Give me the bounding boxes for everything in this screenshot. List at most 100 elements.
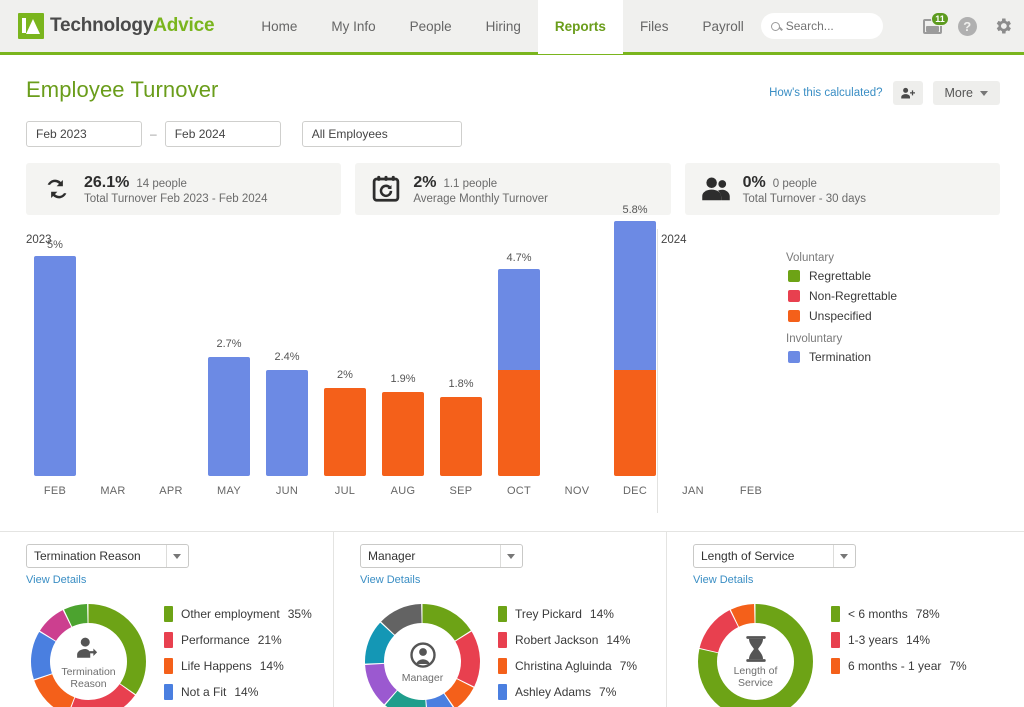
kpi-total-turnover-pct: 26.1%: [84, 173, 130, 191]
legend-label-termination: Termination: [809, 350, 872, 364]
bar-month-label: JUL: [334, 485, 356, 497]
panel-donut-row: Termination Reason Other employment 35% …: [26, 599, 333, 707]
bar-segment[interactable]: [614, 220, 656, 371]
legend-group-involuntary: Involuntary: [786, 333, 843, 345]
breakdown-panels: Termination Reason View Details Terminati…: [0, 531, 1024, 707]
donut-legend-item[interactable]: Trey Pickard 14%: [498, 606, 637, 622]
bar-column[interactable]: MAR: [84, 265, 142, 497]
donut-legend-item[interactable]: Not a Fit 14%: [164, 684, 312, 700]
legend-swatch-unspecified: [788, 310, 800, 322]
donut-legend-item[interactable]: Performance 21%: [164, 632, 312, 648]
bar-stack: [440, 396, 482, 476]
filter-row: Feb 2023 – Feb 2024 All Employees: [0, 105, 1024, 147]
nav-item-hiring[interactable]: Hiring: [469, 0, 538, 54]
calendar-refresh-icon: [373, 175, 400, 202]
bar-month-label: NOV: [564, 485, 590, 497]
legend-label-unspecified: Unspecified: [809, 309, 872, 323]
panel-category-select[interactable]: Manager: [360, 544, 523, 568]
bar-segment[interactable]: [498, 269, 540, 371]
kpi-turnover-30-days-label: Total Turnover - 30 days: [742, 192, 867, 205]
inbox-button[interactable]: 11: [922, 11, 949, 34]
bar-column[interactable]: 5% FEB: [26, 239, 84, 497]
donut-legend-item[interactable]: < 6 months 78%: [831, 606, 967, 622]
bar-column[interactable]: 5.8% DEC: [606, 204, 664, 497]
legend-entry-non-regrettable[interactable]: Non-Regrettable: [786, 289, 897, 303]
search-box[interactable]: [760, 13, 883, 39]
bar-column[interactable]: 1.8% SEP: [432, 265, 490, 497]
search-input[interactable]: [785, 19, 874, 33]
donut-legend-value: 7%: [599, 685, 617, 699]
legend-entry-unspecified[interactable]: Unspecified: [786, 309, 897, 323]
donut-legend-item[interactable]: 1-3 years 14%: [831, 632, 967, 648]
nav-item-home[interactable]: Home: [244, 0, 314, 54]
panel-donut-chart: Manager: [360, 599, 485, 707]
kpi-total-turnover-text: 26.1% 14 people Total Turnover Feb 2023 …: [84, 174, 267, 205]
donut-legend-item[interactable]: 6 months - 1 year 7%: [831, 658, 967, 674]
donut-legend-value: 78%: [915, 607, 940, 621]
nav-item-people[interactable]: People: [393, 0, 469, 54]
panel-category-select[interactable]: Termination Reason: [26, 544, 189, 568]
donut-legend-label: Robert Jackson: [515, 633, 599, 647]
donut-legend-item[interactable]: Christina Agluinda 7%: [498, 658, 637, 674]
donut-legend-label: 6 months - 1 year: [848, 659, 942, 673]
help-button[interactable]: ?: [957, 16, 977, 36]
bar-column[interactable]: 4.7% OCT: [490, 252, 548, 497]
donut-legend-item[interactable]: Robert Jackson 14%: [498, 632, 637, 648]
donut-legend-value: 21%: [257, 633, 282, 647]
donut-legend-value: 14%: [606, 633, 631, 647]
bar-segment[interactable]: [382, 392, 424, 476]
nav-item-my-info[interactable]: My Info: [314, 0, 392, 54]
bar-column[interactable]: FEB: [722, 265, 780, 497]
bar-segment[interactable]: [266, 370, 308, 476]
bar-segment[interactable]: [34, 256, 76, 476]
bar-column[interactable]: 2.7% MAY: [200, 265, 258, 497]
bar-segment[interactable]: [208, 357, 250, 476]
help-icon: ?: [957, 16, 977, 36]
bar-column[interactable]: 2.4% JUN: [258, 265, 316, 497]
donut-legend-swatch: [831, 632, 840, 648]
donut-legend-item[interactable]: Other employment 35%: [164, 606, 312, 622]
bar-column[interactable]: NOV: [548, 265, 606, 497]
donut-legend-item[interactable]: Ashley Adams 7%: [498, 684, 637, 700]
hows-this-calculated-link[interactable]: How's this calculated?: [769, 87, 882, 99]
legend-entry-termination[interactable]: Termination: [786, 350, 897, 364]
view-details-link[interactable]: View Details: [693, 574, 999, 586]
panel-donut-row: Manager Trey Pickard 14% Robert Jackson …: [360, 599, 666, 707]
view-details-link[interactable]: View Details: [360, 574, 666, 586]
bar-column[interactable]: APR: [142, 265, 200, 497]
panel-donut-legend: Other employment 35% Performance 21% Lif…: [164, 599, 312, 707]
panel-donut-legend: Trey Pickard 14% Robert Jackson 14% Chri…: [498, 599, 637, 707]
bar-column[interactable]: 1.9% AUG: [374, 265, 432, 497]
view-details-link[interactable]: View Details: [26, 574, 333, 586]
end-date-input[interactable]: Feb 2024: [164, 121, 281, 147]
bar-segment[interactable]: [440, 396, 482, 476]
bar-month-label: MAR: [100, 485, 126, 497]
start-date-input[interactable]: Feb 2023: [26, 121, 142, 147]
bar-column[interactable]: JAN: [664, 265, 722, 497]
nav-item-files[interactable]: Files: [623, 0, 686, 54]
nav-item-payroll[interactable]: Payroll: [685, 0, 760, 54]
bar-stack: [208, 357, 250, 476]
bar-value-label: 5.8%: [622, 203, 648, 216]
bar-column[interactable]: 2% JUL: [316, 265, 374, 497]
nav-item-reports[interactable]: Reports: [537, 0, 623, 54]
add-person-button[interactable]: [892, 81, 923, 105]
panel-category-select[interactable]: Length of Service: [693, 544, 856, 568]
settings-button[interactable]: [993, 16, 1013, 36]
employee-scope-select[interactable]: All Employees: [301, 121, 462, 147]
bar-value-label: 5%: [47, 239, 63, 251]
legend-entry-regrettable[interactable]: Regrettable: [786, 269, 897, 283]
donut-legend-value: 35%: [287, 607, 312, 621]
bar-segment[interactable]: [324, 388, 366, 476]
more-button[interactable]: More: [932, 81, 1000, 105]
panel-donut-row: Length of Service < 6 months 78% 1-3 yea…: [693, 599, 999, 707]
donut-legend-label: Christina Agluinda: [515, 659, 612, 673]
chart-legend: Voluntary Regrettable Non-Regrettable Un…: [786, 252, 897, 370]
bar-segment[interactable]: [498, 370, 540, 476]
bar-segment[interactable]: [614, 370, 656, 476]
donut-legend-value: 14%: [906, 633, 931, 647]
brand-logo[interactable]: TechnologyAdvice: [0, 13, 215, 39]
donut-legend-swatch: [164, 606, 173, 622]
ta-logo-icon: [18, 13, 44, 39]
donut-legend-item[interactable]: Life Happens 14%: [164, 658, 312, 674]
